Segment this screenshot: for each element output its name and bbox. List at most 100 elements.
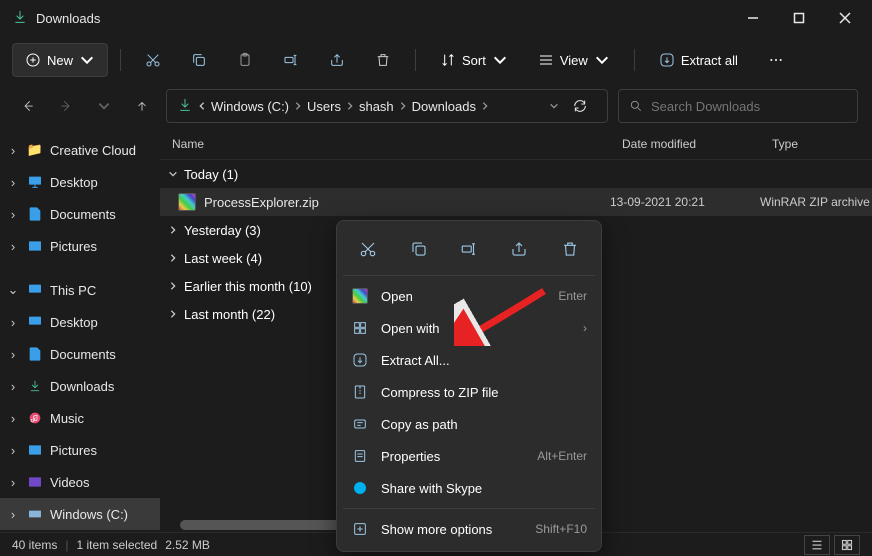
ctx-hint: Shift+F10	[535, 522, 587, 536]
sidebar-item-documents[interactable]: ›Documents	[0, 198, 160, 230]
breadcrumb-item[interactable]: Windows (C:)	[211, 99, 289, 114]
group-label: Last month (22)	[184, 307, 275, 322]
sidebar-label: Desktop	[50, 175, 98, 190]
ctx-rename-button[interactable]	[449, 231, 489, 267]
ctx-delete-button[interactable]	[550, 231, 590, 267]
sidebar-label: Pictures	[50, 443, 97, 458]
selection-size: 2.52 MB	[165, 538, 210, 552]
sidebar-item-documents[interactable]: ›Documents	[0, 338, 160, 370]
chevron-right-icon	[480, 101, 490, 111]
ctx-properties[interactable]: PropertiesAlt+Enter	[343, 440, 595, 472]
file-row[interactable]: ProcessExplorer.zip 13-09-2021 20:21 Win…	[160, 188, 872, 216]
ctx-copy-button[interactable]	[399, 231, 439, 267]
ctx-share-skype[interactable]: SShare with Skype	[343, 472, 595, 504]
ctx-copy-path[interactable]: Copy as path	[343, 408, 595, 440]
sidebar-label: This PC	[50, 283, 96, 298]
svg-text:S: S	[358, 484, 363, 493]
sidebar-item-pictures[interactable]: ›Pictures	[0, 230, 160, 262]
sidebar-item-creative-cloud[interactable]: ›📁Creative Cloud	[0, 134, 160, 166]
group-today[interactable]: Today (1)	[160, 160, 872, 188]
column-type[interactable]: Type	[760, 137, 872, 151]
sidebar-label: Windows (C:)	[50, 507, 128, 522]
toolbar-divider	[415, 49, 416, 71]
ctx-share-button[interactable]	[499, 231, 539, 267]
delete-button[interactable]	[363, 43, 403, 77]
maximize-button[interactable]	[776, 0, 822, 36]
new-button[interactable]: New	[12, 43, 108, 77]
refresh-button[interactable]	[563, 98, 597, 114]
ctx-extract-all[interactable]: Extract All...	[343, 344, 595, 376]
extract-all-button[interactable]: Extract all	[647, 43, 750, 77]
cut-button[interactable]	[133, 43, 173, 77]
chevron-down-icon[interactable]	[549, 101, 559, 111]
ctx-hint: Enter	[558, 289, 587, 303]
chevron-down-icon[interactable]: ⌄	[6, 282, 20, 298]
sidebar-label: Downloads	[50, 379, 114, 394]
toolbar: New Sort View Extract all	[0, 36, 872, 84]
search-icon	[629, 99, 643, 113]
rename-button[interactable]	[271, 43, 311, 77]
details-view-button[interactable]	[804, 535, 830, 555]
sidebar-item-desktop[interactable]: ›Desktop	[0, 306, 160, 338]
view-label: View	[560, 53, 588, 68]
chevron-down-icon	[168, 169, 178, 179]
ctx-cut-button[interactable]	[348, 231, 388, 267]
sort-label: Sort	[462, 53, 486, 68]
ctx-label: Copy as path	[381, 417, 587, 432]
more-button[interactable]	[756, 43, 796, 77]
minimize-button[interactable]	[730, 0, 776, 36]
sidebar-item-videos[interactable]: ›Videos	[0, 466, 160, 498]
view-button[interactable]: View	[526, 43, 622, 77]
search-box[interactable]	[618, 89, 858, 123]
downloads-icon	[12, 9, 28, 28]
sidebar-label: Music	[50, 411, 84, 426]
ctx-open[interactable]: Open Enter	[343, 280, 595, 312]
chevron-right-icon	[168, 281, 178, 291]
icons-view-button[interactable]	[834, 535, 860, 555]
context-menu: Open Enter Open with› Extract All... Comp…	[336, 220, 602, 552]
column-name[interactable]: Name	[160, 137, 610, 151]
back-button[interactable]	[14, 92, 42, 120]
breadcrumb-item[interactable]: Downloads	[412, 99, 476, 114]
breadcrumb-item[interactable]: Users	[307, 99, 341, 114]
ctx-more-options[interactable]: Show more optionsShift+F10	[343, 513, 595, 545]
chevron-left-icon	[197, 101, 207, 111]
title-bar: Downloads	[0, 0, 872, 36]
sidebar-item-pictures[interactable]: ›Pictures	[0, 434, 160, 466]
sidebar-label: Desktop	[50, 315, 98, 330]
address-bar: Windows (C:) Users shash Downloads	[0, 84, 872, 128]
sidebar-item-desktop[interactable]: ›Desktop	[0, 166, 160, 198]
chevron-right-icon	[168, 225, 178, 235]
paste-button[interactable]	[225, 43, 265, 77]
ctx-compress[interactable]: Compress to ZIP file	[343, 376, 595, 408]
chevron-right-icon	[168, 309, 178, 319]
chevron-right-icon	[293, 101, 303, 111]
up-button[interactable]	[128, 92, 156, 120]
ctx-label: Compress to ZIP file	[381, 385, 587, 400]
sidebar-item-windows-c[interactable]: ›Windows (C:)	[0, 498, 160, 530]
sidebar-item-downloads[interactable]: ›Downloads	[0, 370, 160, 402]
ctx-label: Open	[381, 289, 546, 304]
ctx-label: Properties	[381, 449, 525, 464]
sidebar-item-thispc[interactable]: ⌄ This PC	[0, 274, 160, 306]
forward-button[interactable]	[52, 92, 80, 120]
sidebar-label: Documents	[50, 347, 116, 362]
share-button[interactable]	[317, 43, 357, 77]
ctx-label: Open with	[381, 321, 571, 336]
sidebar-label: Creative Cloud	[50, 143, 136, 158]
file-name: ProcessExplorer.zip	[204, 195, 319, 210]
search-input[interactable]	[651, 99, 847, 114]
column-date[interactable]: Date modified	[610, 137, 760, 151]
zip-icon	[178, 193, 196, 211]
ctx-label: Extract All...	[381, 353, 587, 368]
sort-button[interactable]: Sort	[428, 43, 520, 77]
sidebar: ›📁Creative Cloud ›Desktop ›Documents ›Pi…	[0, 128, 160, 536]
close-button[interactable]	[822, 0, 868, 36]
ctx-open-with[interactable]: Open with›	[343, 312, 595, 344]
breadcrumb-item[interactable]: shash	[359, 99, 394, 114]
sidebar-item-music[interactable]: ›Music	[0, 402, 160, 434]
sidebar-label: Documents	[50, 207, 116, 222]
copy-button[interactable]	[179, 43, 219, 77]
recent-button[interactable]	[90, 92, 118, 120]
breadcrumb-box[interactable]: Windows (C:) Users shash Downloads	[166, 89, 608, 123]
